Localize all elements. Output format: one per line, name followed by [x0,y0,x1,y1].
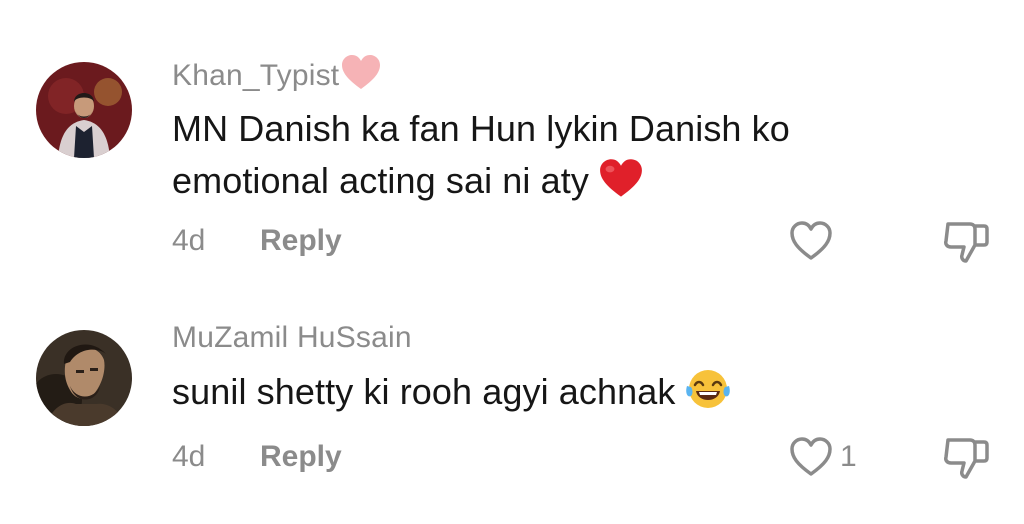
comment-text: MN Danish ka fan Hun lykin Danish ko emo… [172,103,932,207]
username[interactable]: MuZamil HuSsain [172,321,412,355]
dislike-button[interactable] [942,434,990,480]
pink-heart-icon [342,55,381,89]
like-count: 1 [840,440,857,473]
reply-button[interactable]: Reply [260,224,342,258]
face-with-tears-of-joy-icon [686,370,731,408]
username-text: Khan_Typist [172,59,340,92]
thumbs-down-icon [944,222,989,263]
like-button[interactable]: 1 [788,434,857,480]
thumbs-down-icon [944,438,989,479]
timestamp: 4d [172,440,206,473]
comment-text-content: sunil shetty ki rooh agyi achnak [172,371,676,412]
comment-meta: 4d Reply [172,440,342,474]
dislike-button[interactable] [942,218,990,264]
comment-text-content: MN Danish ka fan Hun lykin Danish ko emo… [172,108,790,201]
avatar[interactable] [36,62,132,158]
heart-outline-icon [790,221,832,260]
red-heart-icon [600,159,642,197]
avatar[interactable] [36,330,132,426]
comment-meta: 4d Reply [172,224,342,258]
like-button[interactable] [788,218,840,264]
comment-text: sunil shetty ki rooh agyi achnak [172,366,932,418]
timestamp: 4d [172,224,206,257]
heart-outline-icon [790,437,832,476]
username[interactable]: Khan_Typist [172,55,381,93]
reply-button[interactable]: Reply [260,440,342,474]
